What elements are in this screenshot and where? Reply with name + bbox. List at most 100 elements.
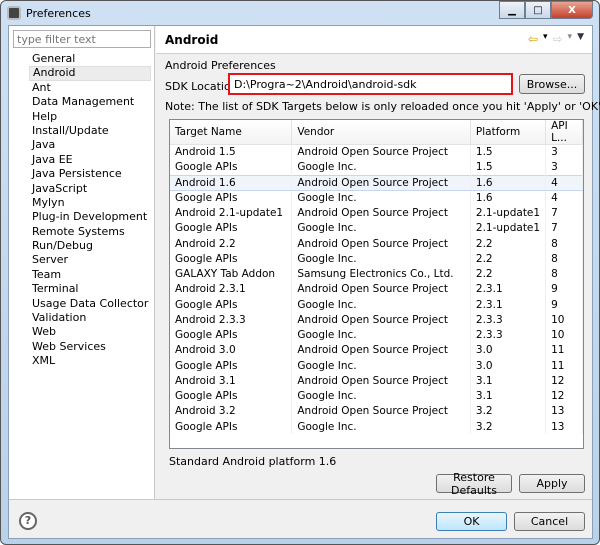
ok-button[interactable]: OK [436, 512, 507, 531]
column-header[interactable]: Platform [470, 120, 547, 145]
table-row[interactable]: Android 2.3.3 Android Open Source Project… [170, 312, 583, 328]
tree-item[interactable]: Android [29, 66, 152, 81]
browse-button[interactable]: Browse... [519, 74, 585, 94]
table-cell: 2.2 [470, 266, 547, 282]
filter-input[interactable] [13, 30, 151, 48]
maximize-button[interactable]: □ [525, 1, 551, 19]
table-row[interactable]: Google APIs Google Inc. 2.1-update1 7 [170, 220, 583, 236]
table-cell: 3.2 [470, 419, 547, 435]
tree-item[interactable]: Usage Data Collector [29, 297, 151, 311]
forward-dropdown-icon[interactable]: ▾ [568, 32, 573, 46]
table-cell: Google Inc. [291, 388, 471, 404]
table-cell: Android 2.3.1 [170, 281, 293, 297]
tree-item[interactable]: Help [29, 110, 151, 124]
close-button[interactable]: X [551, 1, 593, 19]
help-icon[interactable]: ? [19, 512, 37, 530]
table-cell: 8 [545, 266, 583, 282]
table-cell: Android 1.6 [170, 174, 293, 191]
table-cell: 2.3.3 [470, 312, 547, 328]
table-row[interactable]: Google APIs Google Inc. 2.3.3 10 [170, 327, 583, 343]
table-cell: Android 3.2 [170, 403, 293, 419]
table-cell: 3 [545, 159, 583, 175]
table-cell: Android Open Source Project [291, 281, 471, 297]
table-cell: Google APIs [170, 327, 293, 343]
tree-item[interactable]: Plug-in Development [29, 210, 151, 224]
tree-item[interactable]: Run/Debug [29, 239, 151, 253]
tree-item[interactable]: Mylyn [29, 196, 151, 210]
table-cell: Google Inc. [291, 358, 471, 374]
apply-button[interactable]: Apply [519, 474, 585, 493]
table-cell: 1.6 [470, 174, 547, 191]
table-row[interactable]: Google APIs Google Inc. 3.2 13 [170, 419, 583, 435]
tree-item[interactable]: Ant [29, 81, 151, 95]
tree-item[interactable]: General [29, 52, 151, 66]
table-row[interactable]: Android 3.0 Android Open Source Project 3.… [170, 342, 583, 358]
table-cell: Android 2.3.3 [170, 312, 293, 328]
table-cell: 13 [545, 419, 583, 435]
table-cell: 2.1-update1 [470, 205, 547, 221]
forward-arrow-icon[interactable]: ⇨ [552, 32, 562, 46]
table-row[interactable]: Android 2.3.1 Android Open Source Project… [170, 281, 583, 297]
table-row[interactable]: Google APIs Google Inc. 1.6 4 [170, 190, 583, 206]
table-cell: Google Inc. [291, 327, 471, 343]
tree-item[interactable]: Web Services [29, 340, 151, 354]
cancel-button[interactable]: Cancel [514, 512, 585, 531]
table-cell: 1.5 [470, 144, 547, 160]
table-row[interactable]: Android 1.6 Android Open Source Project 1.… [170, 174, 583, 191]
table-row[interactable]: Android 3.1 Android Open Source Project 3.… [170, 373, 583, 389]
table-cell: 8 [545, 236, 583, 252]
preferences-window: Preferences ▁ □ X GeneralAndroidAntData … [0, 0, 600, 545]
column-header[interactable]: Vendor [291, 120, 471, 145]
back-arrow-icon[interactable]: ⇦ [528, 32, 538, 46]
table-row[interactable]: Google APIs Google Inc. 2.2 8 [170, 251, 583, 267]
eclipse-app-icon [7, 6, 21, 20]
table-row[interactable]: Google APIs Google Inc. 1.5 3 [170, 159, 583, 175]
dialog-body: GeneralAndroidAntData ManagementHelpInst… [8, 25, 600, 539]
tree-item[interactable]: Server [29, 253, 151, 267]
tree-item[interactable]: XML [29, 354, 151, 368]
column-header[interactable]: Target Name [170, 120, 293, 145]
table-row[interactable]: Android 2.2 Android Open Source Project 2.… [170, 236, 583, 252]
column-header[interactable]: API L... [545, 120, 583, 145]
table-cell: 3.0 [470, 342, 547, 358]
table-row[interactable]: Google APIs Google Inc. 2.3.1 9 [170, 297, 583, 313]
tree-item[interactable]: Data Management [29, 95, 151, 109]
page-header: Android ⇦ ▾ ⇨ ▾ ▼ [156, 26, 592, 54]
title-bar: Preferences [7, 4, 91, 22]
restore-defaults-button[interactable]: Restore Defaults [436, 471, 512, 497]
section-label: Android Preferences [165, 59, 276, 72]
back-dropdown-icon[interactable]: ▾ [543, 32, 548, 46]
tree-item[interactable]: Validation [29, 311, 151, 325]
table-cell: Android 2.2 [170, 236, 293, 252]
table-cell: Android Open Source Project [291, 342, 471, 358]
table-cell: 11 [545, 342, 583, 358]
table-cell: Android Open Source Project [291, 312, 471, 328]
tree-item[interactable]: Web [29, 325, 151, 339]
table-row[interactable]: Android 2.1-update1 Android Open Source P… [170, 205, 583, 221]
table-row[interactable]: Android 3.2 Android Open Source Project 3.… [170, 403, 583, 419]
table-cell: 4 [545, 174, 583, 191]
table-cell: 7 [545, 220, 583, 236]
table-row[interactable]: Android 1.5 Android Open Source Project 1.… [170, 144, 583, 160]
sdk-location-input[interactable] [228, 73, 513, 95]
tree-item[interactable]: Team [29, 268, 151, 282]
view-menu-icon[interactable]: ▼ [577, 32, 584, 46]
table-cell: 3.1 [470, 373, 547, 389]
table-row[interactable]: Google APIs Google Inc. 3.0 11 [170, 358, 583, 374]
tree-item[interactable]: Install/Update [29, 124, 151, 138]
table-row[interactable]: Google APIs Google Inc. 3.1 12 [170, 388, 583, 404]
minimize-button[interactable]: ▁ [499, 1, 525, 19]
table-cell: 11 [545, 358, 583, 374]
tree-item[interactable]: Remote Systems [29, 225, 151, 239]
table-cell: Android Open Source Project [291, 403, 471, 419]
tree-item[interactable]: Java Persistence [29, 167, 151, 181]
table-cell: Google Inc. [291, 190, 471, 206]
tree-item[interactable]: Terminal [29, 282, 151, 296]
table-cell: Android Open Source Project [291, 174, 471, 191]
table-cell: Google APIs [170, 358, 293, 374]
preferences-tree: General Android Ant Data Management Help Inst… [29, 52, 152, 369]
tree-item[interactable]: JavaScript [29, 182, 151, 196]
tree-item[interactable]: Java EE [29, 153, 151, 167]
table-row[interactable]: GALAXY Tab Addon Samsung Electronics Co.,… [170, 266, 583, 282]
tree-item[interactable]: Java [29, 138, 151, 152]
